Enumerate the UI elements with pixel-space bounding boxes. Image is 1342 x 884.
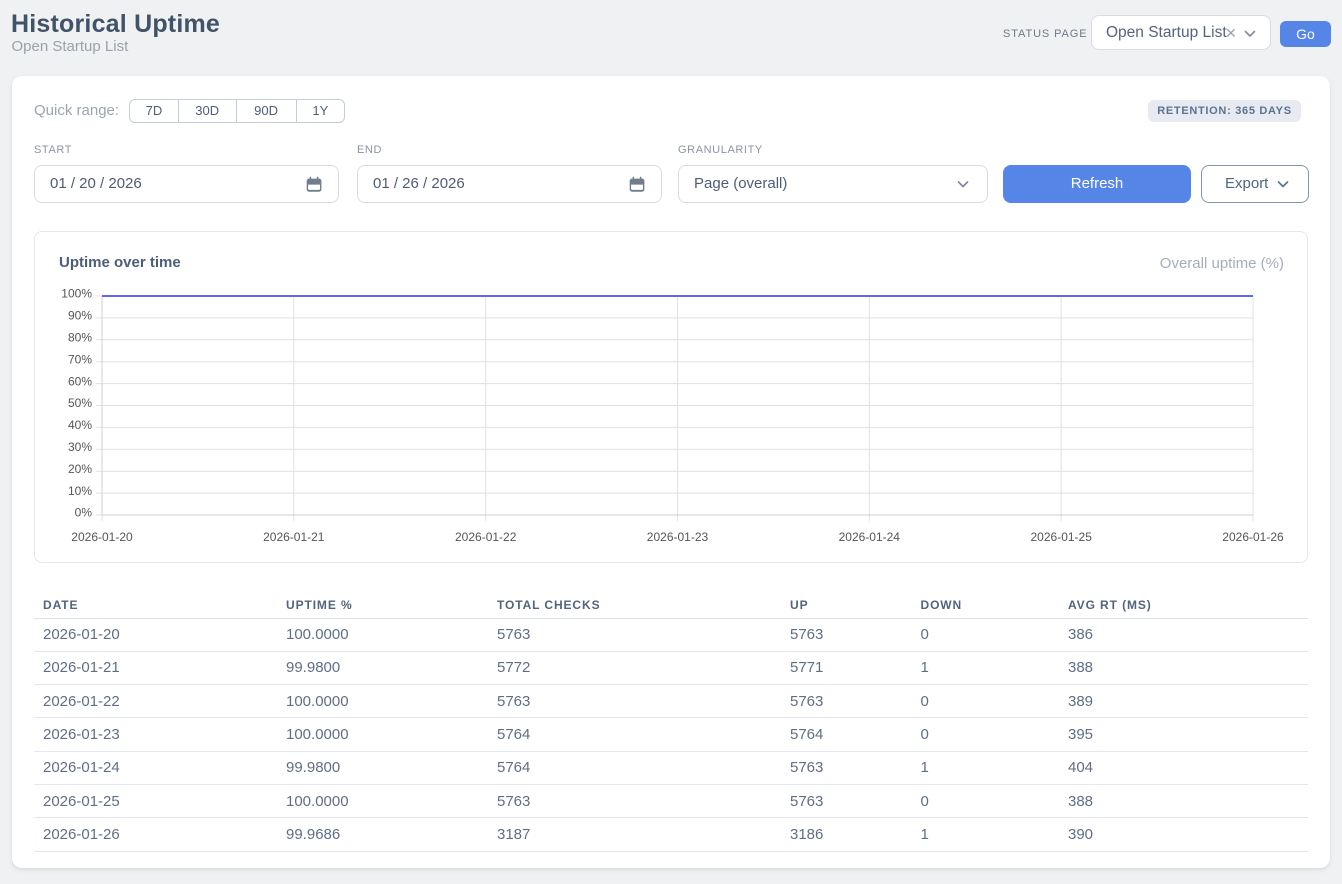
svg-text:20%: 20% (68, 462, 92, 476)
svg-text:60%: 60% (68, 374, 92, 388)
svg-text:2026-01-24: 2026-01-24 (839, 530, 901, 544)
svg-text:30%: 30% (68, 440, 92, 454)
svg-text:100%: 100% (61, 287, 92, 301)
svg-text:50%: 50% (68, 396, 92, 410)
svg-text:2026-01-25: 2026-01-25 (1031, 530, 1093, 544)
svg-text:10%: 10% (68, 484, 92, 498)
svg-text:2026-01-23: 2026-01-23 (647, 530, 709, 544)
svg-text:2026-01-21: 2026-01-21 (263, 530, 325, 544)
svg-text:70%: 70% (68, 352, 92, 366)
svg-text:2026-01-20: 2026-01-20 (71, 530, 133, 544)
svg-text:2026-01-26: 2026-01-26 (1222, 530, 1284, 544)
svg-text:0%: 0% (75, 506, 93, 520)
svg-text:80%: 80% (68, 331, 92, 345)
svg-text:90%: 90% (68, 309, 92, 323)
svg-text:40%: 40% (68, 418, 92, 432)
svg-text:2026-01-22: 2026-01-22 (455, 530, 517, 544)
